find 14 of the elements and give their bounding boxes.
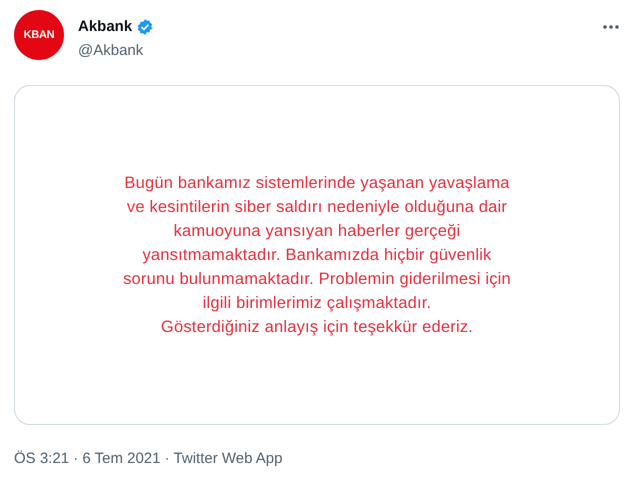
author-name[interactable]: Akbank xyxy=(78,16,132,38)
image-text-line: Bugün bankamız sistemlerinde yaşanan yavaşlama xyxy=(124,173,510,194)
image-text-line: sorunu bulunmamaktadır. Problemin giderilmesi için xyxy=(123,269,511,290)
tweet-timestamp[interactable]: ÖS 3:21 · 6 Tem 2021 · Twitter Web App xyxy=(14,450,282,467)
image-text-line: yansıtmamaktadır. Bankamızda hiçbir güvenlik xyxy=(142,245,492,266)
image-text-line: ilgili birimlerimiz çalışmaktadır. xyxy=(202,293,432,314)
logo-text: KBAN xyxy=(24,28,54,43)
more-icon[interactable] xyxy=(602,24,620,30)
avatar-logo[interactable]: KBAN xyxy=(14,10,64,60)
author-handle[interactable]: @Akbank xyxy=(78,40,154,62)
image-text-line: kamuoyuna yansıyan haberler gerçeği xyxy=(174,221,460,242)
image-text-line: ve kesintilerin siber saldırı nedeniyle olduğuna dair xyxy=(126,197,508,218)
image-text-line: Gösterdiğiniz anlayış için teşekkür ederiz. xyxy=(160,317,474,338)
tweet-image[interactable] xyxy=(14,85,620,425)
